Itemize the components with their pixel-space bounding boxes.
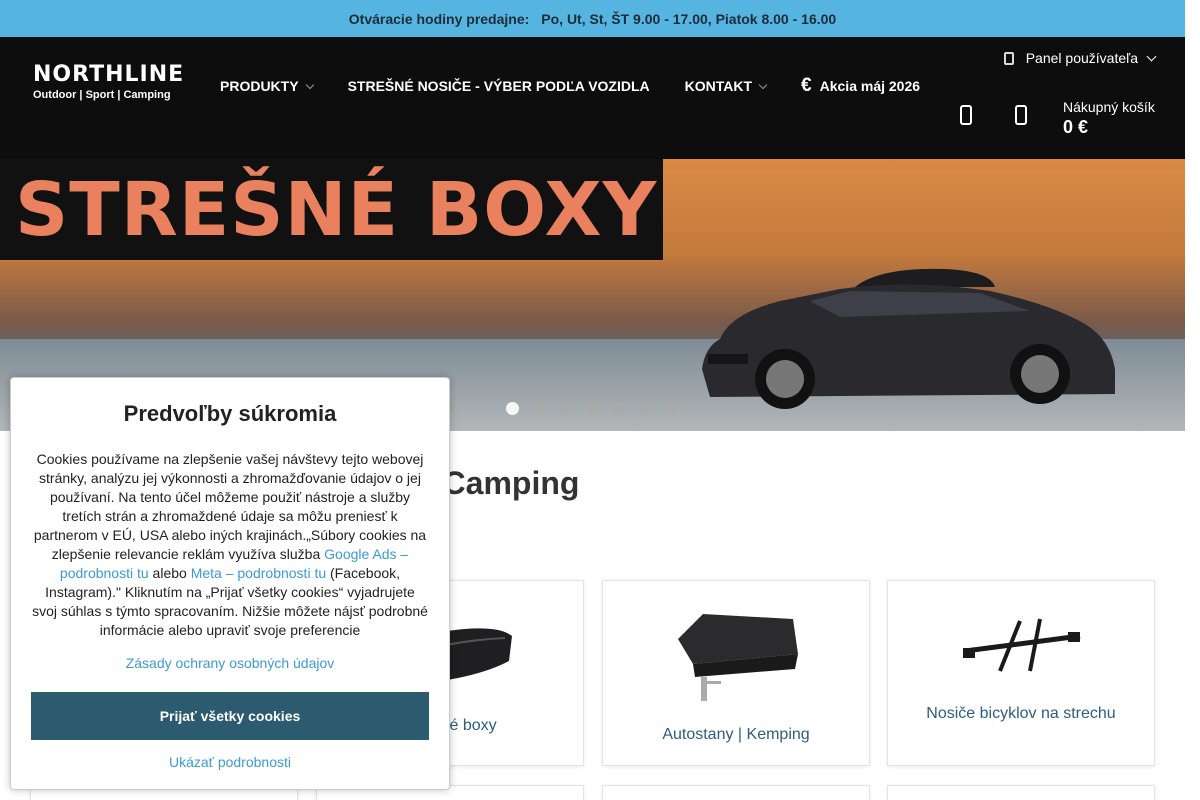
category-card-bike-racks[interactable]: Nosiče bicyklov na strechu xyxy=(887,580,1155,766)
cart-summary[interactable]: Nákupný košík 0 € xyxy=(1063,99,1155,138)
category-card-roof-tents[interactable]: Autostany | Kemping xyxy=(602,580,870,766)
cart-amount: 0 € xyxy=(1063,117,1089,137)
slider-dot[interactable] xyxy=(506,402,519,415)
hero-title-box: STREŠNÉ BOXY xyxy=(0,159,663,260)
cookie-text-part: alebo xyxy=(148,565,191,581)
nav-products[interactable]: PRODUKTY xyxy=(220,78,314,94)
slider-dot[interactable] xyxy=(559,402,572,415)
cookie-dialog-title: Predvoľby súkromia xyxy=(123,401,337,426)
nav-contact[interactable]: KONTAKT xyxy=(684,78,768,94)
logo-tagline: Outdoor | Sport | Camping xyxy=(33,89,171,101)
show-details-link[interactable]: Ukázať podrobnosti xyxy=(11,754,449,770)
nav-roof-racks-label: STREŠNÉ NOSIČE - VÝBER PODĽA VOZIDLA xyxy=(347,78,650,94)
euro-icon: € xyxy=(801,75,812,96)
user-icon xyxy=(1003,51,1014,65)
slider-dot[interactable] xyxy=(638,402,652,415)
nav-products-label: PRODUKTY xyxy=(220,78,299,94)
cookie-dialog-text: Cookies používame na zlepšenie vašej náv… xyxy=(11,450,449,640)
nav-promo[interactable]: € Akcia máj 2026 xyxy=(801,75,920,97)
opening-hours-label: Otváracie hodiny predajne: xyxy=(348,10,530,27)
category-card[interactable] xyxy=(887,785,1155,800)
accept-all-cookies-button[interactable]: Prijať všetky cookies xyxy=(31,692,429,740)
cart-icon[interactable] xyxy=(1015,105,1029,127)
site-logo[interactable]: NORTHLINE Outdoor | Sport | Camping xyxy=(33,62,185,102)
nav-contact-label: KONTAKT xyxy=(684,78,753,94)
user-panel-menu[interactable]: Panel používateľa xyxy=(1003,50,1157,66)
slider-dot[interactable] xyxy=(665,402,678,415)
chevron-down-icon xyxy=(1146,51,1157,61)
opening-hours-value: Po, Ut, St, ŠT 9.00 - 17.00, Piatok 8.00… xyxy=(541,10,837,27)
slider-dot[interactable] xyxy=(585,402,599,415)
privacy-policy-link[interactable]: Zásady ochrany osobných údajov xyxy=(11,655,449,671)
cookie-consent-dialog: Predvoľby súkromia Cookies používame na … xyxy=(10,377,450,790)
chevron-down-icon xyxy=(758,80,768,89)
hero-title: STREŠNÉ BOXY xyxy=(15,166,658,253)
meta-link[interactable]: Meta – podrobnosti tu xyxy=(191,565,326,581)
nav-promo-label: Akcia máj 2026 xyxy=(819,78,921,94)
category-card[interactable] xyxy=(602,785,870,800)
opening-hours-bar: Otváracie hodiny predajne: Po, Ut, St, Š… xyxy=(0,0,1185,37)
slider-dot[interactable] xyxy=(612,402,625,415)
bike-rack-image xyxy=(963,618,1081,672)
roof-tent-image xyxy=(678,614,798,701)
slider-dot[interactable] xyxy=(532,402,546,415)
nav-roof-racks[interactable]: STREŠNÉ NOSIČE - VÝBER PODĽA VOZIDLA xyxy=(348,78,650,94)
cart-label: Nákupný košík xyxy=(1063,99,1155,115)
search-icon[interactable] xyxy=(960,105,974,127)
main-nav: PRODUKTY STREŠNÉ NOSIČE - VÝBER PODĽA VO… xyxy=(220,75,955,97)
logo-brand: NORTHLINE xyxy=(33,62,185,87)
category-label: Autostany | Kemping xyxy=(662,726,810,743)
chevron-down-icon xyxy=(305,80,314,89)
user-panel-label: Panel používateľa xyxy=(1025,50,1138,66)
category-label: Nosiče bicyklov na strechu xyxy=(926,705,1116,722)
slider-dots xyxy=(506,402,692,415)
car-with-roof-box-image xyxy=(702,268,1115,409)
